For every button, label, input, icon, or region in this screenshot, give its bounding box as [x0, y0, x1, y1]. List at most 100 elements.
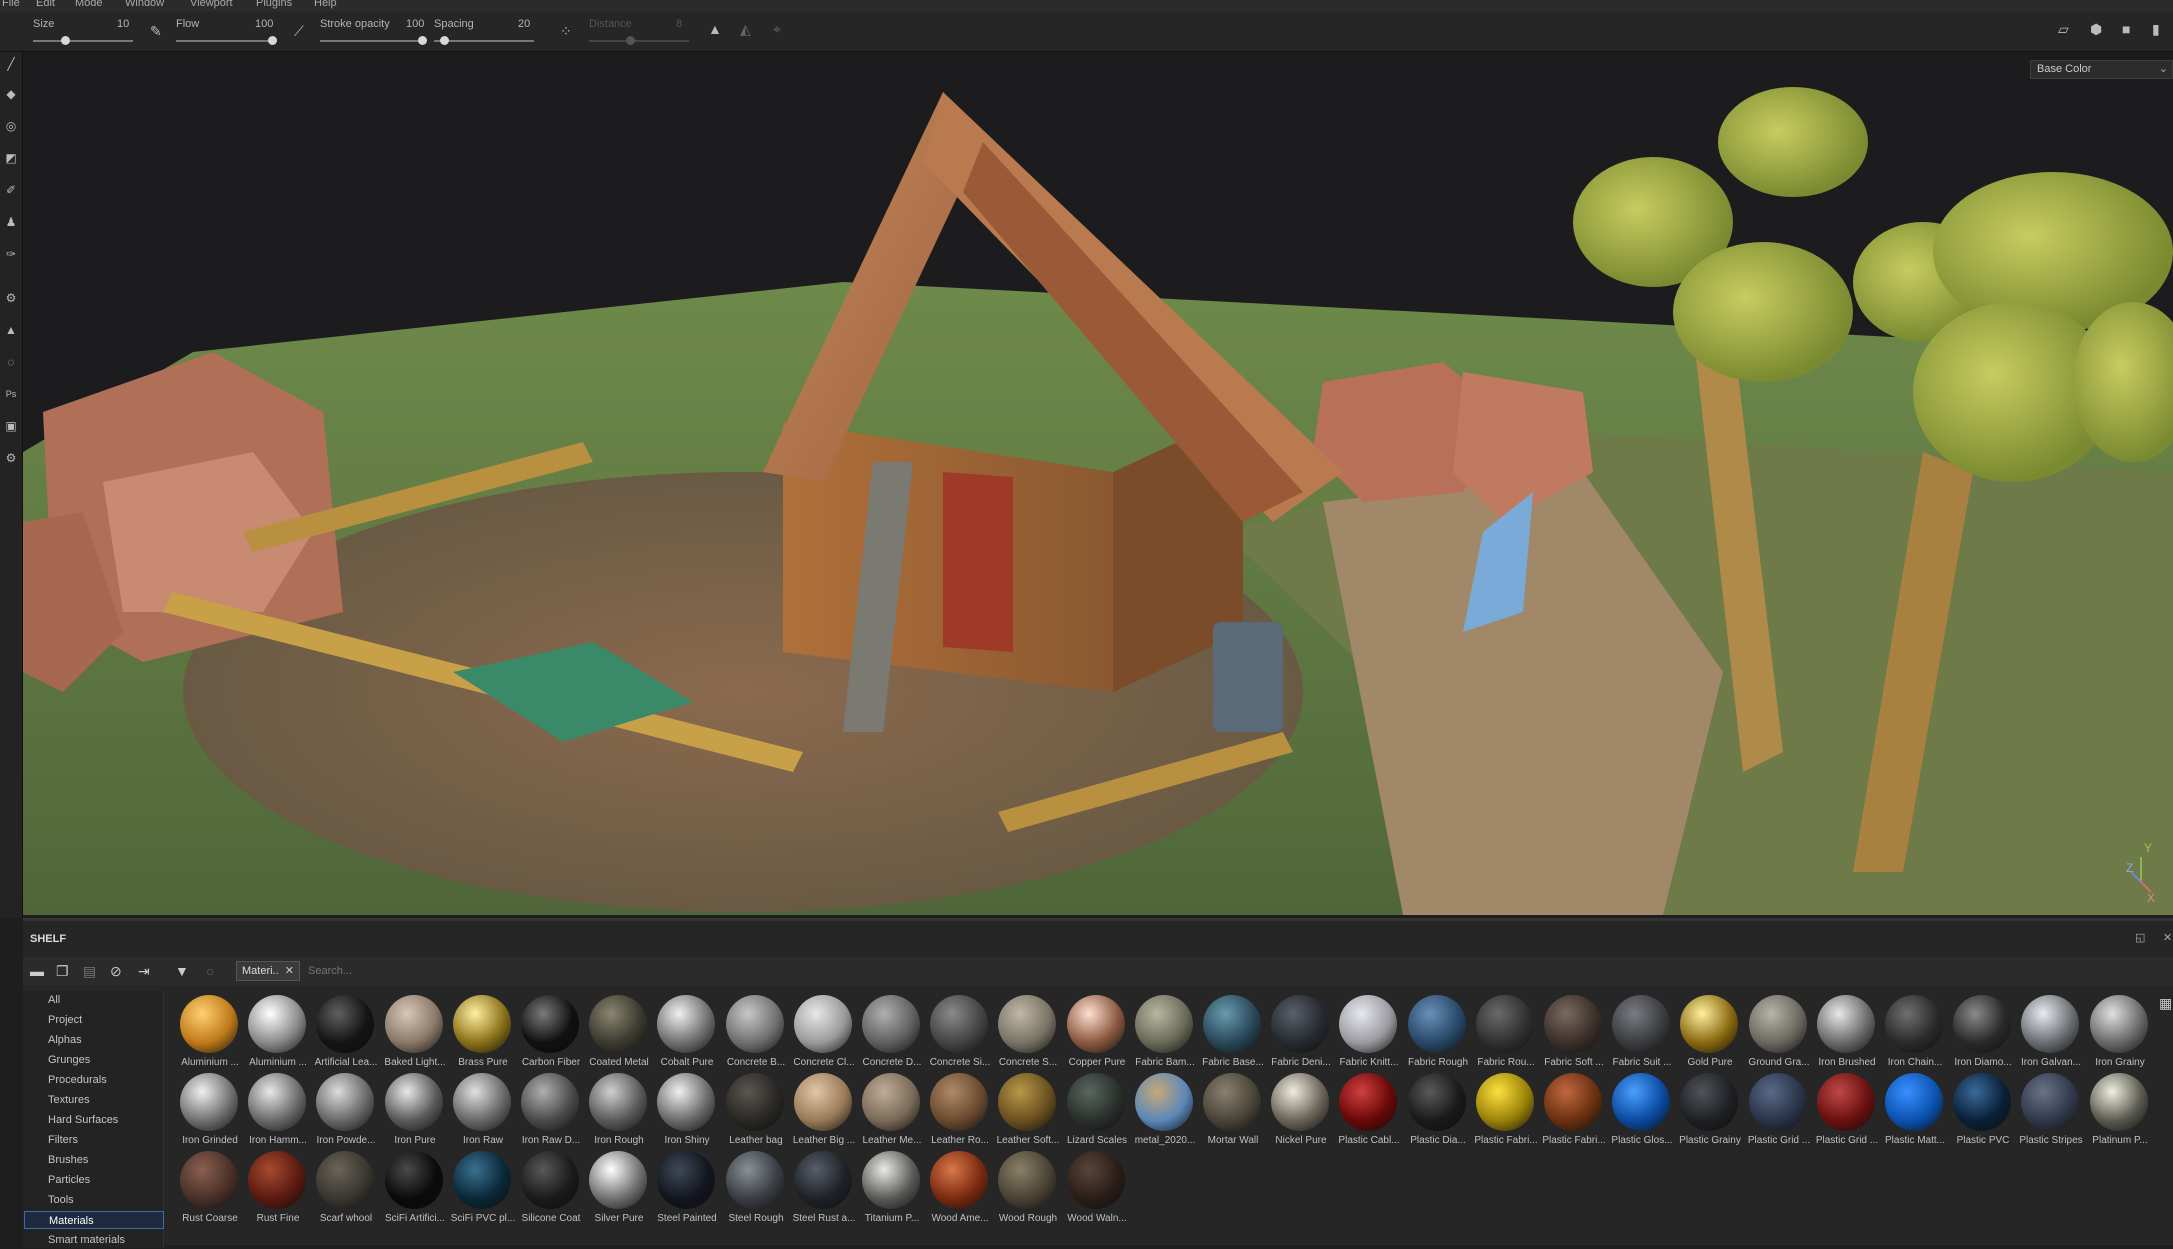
material-item[interactable]: Plastic Matt... — [1878, 1071, 1946, 1149]
material-item[interactable]: Fabric Rough — [1401, 993, 1469, 1071]
material-item[interactable]: Gold Pure — [1673, 993, 1741, 1071]
material-item[interactable]: Wood Ame... — [923, 1149, 991, 1227]
flow-slider[interactable] — [176, 36, 277, 45]
material-item[interactable]: Aluminium ... — [241, 993, 309, 1071]
category-grunges[interactable]: Grunges — [48, 1051, 90, 1069]
camera-icon[interactable]: ■ — [2122, 22, 2130, 36]
material-item[interactable]: Concrete B... — [719, 993, 787, 1071]
material-item[interactable]: Leather Big ... — [787, 1071, 855, 1149]
projection-icon[interactable]: ◎ — [3, 118, 19, 134]
material-item[interactable]: Aluminium ... — [173, 993, 241, 1071]
distance-slider[interactable] — [589, 36, 689, 45]
distance-value[interactable]: 8 — [676, 18, 682, 30]
symmetry-mirror-icon[interactable]: ◭ — [740, 22, 751, 36]
material-item[interactable]: Fabric Knitt... — [1332, 993, 1400, 1071]
stroke-opacity-slider-handle[interactable] — [418, 36, 427, 45]
hide-icon[interactable]: ⊘ — [110, 964, 122, 978]
paint-brush-icon[interactable]: ╱ — [3, 56, 19, 72]
anchor-icon[interactable]: ▲ — [3, 322, 19, 338]
lazy-mouse-icon[interactable]: ⁘ — [560, 24, 572, 38]
smudge-icon[interactable]: ✐ — [3, 182, 19, 198]
material-item[interactable]: Cobalt Pure — [650, 993, 718, 1071]
material-item[interactable]: Iron Grainy — [2083, 993, 2151, 1071]
material-item[interactable]: Iron Brushed — [1810, 993, 1878, 1071]
material-item[interactable]: Steel Rough — [719, 1149, 787, 1227]
material-item[interactable]: Leather Me... — [855, 1071, 923, 1149]
save-icon[interactable]: ▤ — [83, 964, 96, 978]
material-item[interactable]: Iron Galvan... — [2014, 993, 2082, 1071]
menu-mode[interactable]: Mode — [75, 0, 103, 9]
material-item[interactable]: Ground Gra... — [1742, 993, 1810, 1071]
material-item[interactable]: Concrete Cl... — [787, 993, 855, 1071]
material-item[interactable]: metal_2020... — [1128, 1071, 1196, 1149]
stroke-opacity-value[interactable]: 100 — [406, 18, 424, 30]
material-item[interactable]: Plastic Grainy — [1673, 1071, 1741, 1149]
remove-filter-icon[interactable]: ✕ — [285, 962, 294, 980]
material-item[interactable]: Artificial Lea... — [309, 993, 377, 1071]
distance-slider-handle[interactable] — [626, 36, 635, 45]
material-item[interactable]: Fabric Bam... — [1128, 993, 1196, 1071]
category-alphas[interactable]: Alphas — [48, 1031, 82, 1049]
material-item[interactable]: Plastic Fabri... — [1537, 1071, 1606, 1149]
stroke-opacity-slider[interactable] — [320, 36, 427, 45]
material-item[interactable]: Plastic Stripes — [2014, 1071, 2083, 1149]
material-item[interactable]: Lizard Scales — [1060, 1071, 1128, 1149]
material-item[interactable]: Iron Shiny — [650, 1071, 718, 1149]
material-item[interactable]: Iron Powde... — [309, 1071, 377, 1149]
pressure-flow-icon[interactable]: ⟋ — [294, 24, 304, 38]
settings-icon[interactable]: ⚙ — [3, 450, 19, 466]
material-item[interactable]: Fabric Base... — [1196, 993, 1264, 1071]
material-item[interactable]: Wood Rough — [991, 1149, 1059, 1227]
material-item[interactable]: Leather Ro... — [923, 1071, 991, 1149]
material-item[interactable]: Iron Pure — [378, 1071, 446, 1149]
menu-viewport[interactable]: Viewport — [190, 0, 233, 9]
material-item[interactable]: Fabric Soft ... — [1537, 993, 1605, 1071]
geometry-fill-icon[interactable]: ◩ — [3, 150, 19, 166]
material-item[interactable]: Scarf whool — [309, 1149, 377, 1227]
material-item[interactable]: Fabric Rou... — [1469, 993, 1537, 1071]
material-item[interactable]: Mortar Wall — [1196, 1071, 1264, 1149]
grid-view-icon[interactable]: ▦ — [2159, 995, 2172, 1012]
material-item[interactable]: Fabric Suit ... — [1605, 993, 1673, 1071]
flow-slider-handle[interactable] — [268, 36, 277, 45]
new-resource-icon[interactable]: ❐ — [56, 964, 69, 978]
filter-icon[interactable]: ▼ — [175, 964, 189, 978]
menu-plugins[interactable]: Plugins — [256, 0, 292, 9]
spacing-value[interactable]: 20 — [518, 18, 530, 30]
material-item[interactable]: Plastic Glos... — [1605, 1071, 1673, 1149]
symmetry-settings-icon[interactable]: ⌖ — [773, 22, 781, 36]
material-item[interactable]: Platinum P... — [2083, 1071, 2151, 1149]
display-channel-select[interactable]: Base Color ⌄ — [2030, 60, 2173, 79]
material-item[interactable]: Plastic Grid ... — [1742, 1071, 1810, 1149]
material-item[interactable]: Baked Light... — [378, 993, 446, 1071]
category-particles[interactable]: Particles — [48, 1171, 90, 1189]
eraser-icon[interactable]: ◆ — [3, 86, 19, 102]
material-item[interactable]: Carbon Fiber — [514, 993, 582, 1071]
shelf-search-input[interactable] — [308, 961, 808, 981]
color-picker-icon[interactable]: ✑ — [3, 246, 19, 262]
display-settings-icon[interactable]: ▮ — [2152, 22, 2160, 36]
material-item[interactable]: Fabric Deni... — [1264, 993, 1332, 1071]
category-hard-surfaces[interactable]: Hard Surfaces — [48, 1111, 118, 1129]
material-item[interactable]: Titanium P... — [855, 1149, 923, 1227]
material-item[interactable]: Steel Painted — [650, 1149, 718, 1227]
view-2d-icon[interactable]: ▱ — [2058, 22, 2069, 36]
materials-filter-chip[interactable]: Materi.. ✕ — [236, 961, 300, 981]
category-brushes[interactable]: Brushes — [48, 1151, 88, 1169]
material-item[interactable]: Iron Grinded — [173, 1071, 241, 1149]
material-item[interactable]: Copper Pure — [1060, 993, 1128, 1071]
shader-icon[interactable]: ◌ — [3, 354, 19, 370]
material-item[interactable]: Plastic Grid ... — [1810, 1071, 1878, 1149]
spacing-slider[interactable] — [434, 36, 534, 45]
material-item[interactable]: Iron Rough — [582, 1071, 650, 1149]
material-item[interactable]: Plastic Dia... — [1401, 1071, 1469, 1149]
material-item[interactable]: Silver Pure — [582, 1149, 650, 1227]
material-item[interactable]: Nickel Pure — [1264, 1071, 1332, 1149]
category-materials[interactable]: Materials — [24, 1211, 164, 1229]
category-filters[interactable]: Filters — [48, 1131, 78, 1149]
flow-value[interactable]: 100 — [255, 18, 273, 30]
pressure-size-icon[interactable]: ✎ — [150, 24, 162, 38]
material-item[interactable]: Steel Rust a... — [787, 1149, 855, 1227]
import-icon[interactable]: ⇥ — [138, 964, 150, 978]
folder-icon[interactable]: ▬ — [30, 964, 44, 978]
